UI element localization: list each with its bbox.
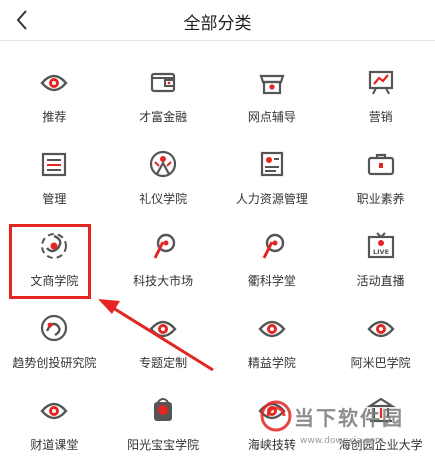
category-label: 科技大市场 bbox=[133, 274, 194, 288]
category-item[interactable]: 管理 bbox=[0, 132, 109, 214]
tech-emblem-icon bbox=[153, 233, 176, 259]
baby-bag-icon bbox=[154, 398, 173, 421]
category-item[interactable]: 精益学院 bbox=[218, 296, 327, 378]
wallet-icon bbox=[151, 72, 176, 93]
category-item[interactable]: 阿米巴学院 bbox=[326, 296, 435, 378]
category-label: 才富金融 bbox=[139, 110, 188, 124]
list-panel-icon bbox=[42, 152, 67, 177]
person-etiquette-icon bbox=[150, 150, 177, 178]
category-label: 文商学院 bbox=[30, 274, 79, 288]
category-item[interactable]: 科技大市场 bbox=[109, 214, 218, 296]
category-label: 活动直播 bbox=[356, 274, 405, 288]
category-label: 管理 bbox=[42, 192, 67, 206]
category-label: 阿米巴学院 bbox=[350, 356, 411, 370]
category-item[interactable]: 海创园企业大学 bbox=[326, 378, 435, 460]
category-item[interactable]: 才富金融 bbox=[109, 50, 218, 132]
category-label: 精益学院 bbox=[247, 356, 296, 370]
category-label: 网点辅导 bbox=[247, 110, 296, 124]
presentation-chart-icon bbox=[368, 70, 393, 95]
category-item[interactable]: 推荐 bbox=[0, 50, 109, 132]
category-item[interactable]: 文商学院 bbox=[0, 214, 109, 296]
category-label: 人力资源管理 bbox=[235, 192, 308, 206]
store-icon bbox=[259, 74, 285, 95]
category-label: 海创园企业大学 bbox=[338, 438, 423, 452]
category-label: 趋势创投研究院 bbox=[12, 356, 97, 370]
category-item[interactable]: 财道课堂 bbox=[0, 378, 109, 460]
category-label: 阳光宝宝学院 bbox=[127, 438, 200, 452]
live-tv-icon: LIVE bbox=[367, 232, 394, 259]
category-item[interactable]: LIVE 活动直播 bbox=[326, 214, 435, 296]
eye-shield-icon bbox=[367, 320, 395, 338]
trend-emblem-icon bbox=[41, 314, 68, 342]
category-label: 海峡技转 bbox=[247, 438, 296, 452]
id-card-icon bbox=[260, 151, 283, 177]
top-bar: 全部分类 bbox=[0, 0, 435, 41]
category-item[interactable]: 人力资源管理 bbox=[218, 132, 327, 214]
category-item[interactable]: 职业素养 bbox=[326, 132, 435, 214]
category-grid: 推荐 才富金融 网点辅导 营销管理 礼仪学院 人力资源管理 职业素养文商学院 科技大市场 衢科学… bbox=[0, 50, 435, 460]
category-item[interactable]: 礼仪学院 bbox=[109, 132, 218, 214]
eye-shield-icon bbox=[40, 74, 68, 92]
svg-text:LIVE: LIVE bbox=[373, 248, 389, 256]
category-item[interactable]: 营销 bbox=[326, 50, 435, 132]
briefcase-icon bbox=[367, 153, 394, 176]
category-label: 推荐 bbox=[42, 110, 67, 124]
page-title: 全部分类 bbox=[183, 14, 252, 34]
category-item[interactable]: 海峡技转 bbox=[218, 378, 327, 460]
category-item[interactable]: 网点辅导 bbox=[218, 50, 327, 132]
eye-shield-icon bbox=[149, 320, 177, 338]
category-label: 职业素养 bbox=[356, 192, 405, 206]
eye-shield-icon bbox=[258, 402, 286, 420]
category-item[interactable]: 专题定制 bbox=[109, 296, 218, 378]
category-label: 营销 bbox=[368, 110, 393, 124]
category-label: 礼仪学院 bbox=[139, 192, 188, 206]
category-label: 衢科学堂 bbox=[247, 274, 296, 288]
tech-emblem-icon bbox=[262, 233, 285, 259]
category-item[interactable]: 衢科学堂 bbox=[218, 214, 327, 296]
category-item[interactable]: 趋势创投研究院 bbox=[0, 296, 109, 378]
category-item[interactable]: 阳光宝宝学院 bbox=[109, 378, 218, 460]
eye-shield-icon bbox=[258, 320, 286, 338]
category-label: 专题定制 bbox=[139, 356, 188, 370]
bank-emblem-icon bbox=[365, 397, 396, 423]
category-label: 财道课堂 bbox=[30, 438, 79, 452]
eye-shield-icon bbox=[40, 402, 68, 420]
swirl-emblem-icon bbox=[41, 233, 68, 259]
